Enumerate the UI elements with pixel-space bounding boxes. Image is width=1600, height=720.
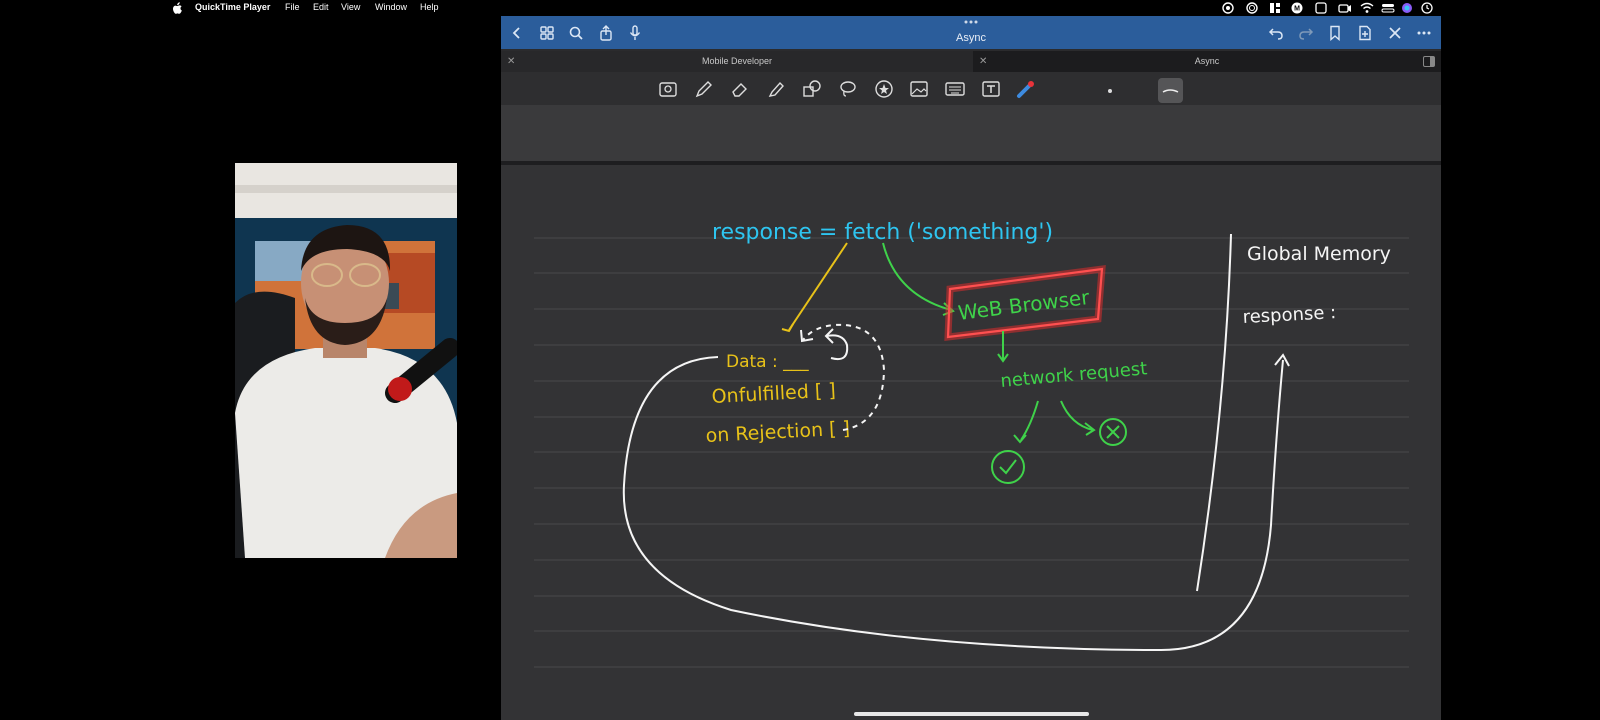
drawing-toolbar [501,72,1441,105]
app-title-bar: Async [501,16,1441,49]
note-line-fetch: response = fetch ('something') [712,220,1053,245]
split-view-icon[interactable] [1423,56,1435,67]
sticker-tool[interactable] [873,78,895,100]
text-icon [982,81,1000,97]
status-clipboard-icon[interactable] [1314,2,1328,14]
notes-app-window: Async ✕ Mobile Developer ✕ Async respons… [501,16,1441,720]
home-indicator[interactable] [854,712,1089,716]
tab-async[interactable]: ✕ Async [973,51,1441,72]
svg-text:M: M [1294,6,1300,13]
laser-pointer-icon [1017,81,1034,98]
eraser-tool[interactable] [729,78,751,100]
star-icon [875,80,893,98]
wifi-icon[interactable] [1360,2,1374,14]
arrow-to-data [788,242,848,331]
menu-app-name[interactable]: QuickTime Player [195,2,270,12]
zoom-window-icon [659,82,677,97]
pen-tool[interactable] [693,78,715,100]
arrow-head [781,323,794,333]
status-clip-icon[interactable] [1221,2,1235,14]
tab-label: Mobile Developer [701,56,773,66]
lasso-tool[interactable] [837,78,859,100]
arrow-head [1013,434,1027,444]
tab-mobile-developer[interactable]: ✕ Mobile Developer [501,51,973,72]
zoom-window-tool[interactable] [657,78,679,100]
laser-pointer-tool[interactable] [1015,78,1037,100]
control-center-icon[interactable] [1381,2,1395,14]
network-request-label: network request [1000,358,1149,392]
presenter-image [235,163,457,558]
arrow-to-browser [882,242,952,311]
arrow-to-success [1020,400,1039,441]
success-circle [991,450,1025,484]
status-cc-icon[interactable] [1245,2,1259,14]
siri-icon[interactable] [1400,2,1414,14]
status-camera-icon[interactable] [1338,2,1352,14]
shapes-icon [803,80,821,97]
keyboard-icon [945,82,965,96]
highlighter-icon [768,81,784,97]
status-layout-icon[interactable] [1268,2,1282,14]
clock-icon[interactable] [1420,2,1434,14]
lasso-icon [840,81,856,97]
tab-bar: ✕ Mobile Developer ✕ Async [501,51,1441,72]
stroke-curve-icon [1162,89,1179,93]
keyboard-tool[interactable] [944,78,966,100]
pen-icon [695,81,712,98]
image-icon [910,81,928,97]
window-more-dots-icon[interactable] [963,19,979,25]
menu-help[interactable]: Help [420,2,439,12]
image-tool[interactable] [908,78,930,100]
memory-divider [1196,233,1232,592]
notebook-canvas[interactable]: response = fetch ('something') WeB Brows… [501,105,1441,720]
document-title[interactable]: Async [501,32,1441,44]
menu-window[interactable]: Window [375,2,407,12]
apple-icon[interactable] [172,2,182,14]
status-m-icon[interactable]: M [1290,2,1304,14]
checkmark-icon [999,459,1017,475]
stroke-style-button[interactable] [1158,78,1183,103]
webcam-video [235,163,457,558]
cross-icon [1106,425,1120,439]
eraser-icon [732,83,747,97]
global-memory-label: Global Memory [1247,243,1391,265]
onfulfilled-label: Onfulfilled [ ] [711,380,836,408]
response-memory-label: response : [1242,302,1337,328]
shape-tool[interactable] [801,78,823,100]
menu-view[interactable]: View [341,2,360,12]
data-label: Data : ___ [726,352,809,372]
highlighter-tool[interactable] [765,78,787,100]
handwritten-ink: response = fetch ('something') WeB Brows… [534,220,1409,668]
text-tool[interactable] [980,78,1002,100]
brush-size-dot[interactable] [1108,89,1112,93]
menu-edit[interactable]: Edit [313,2,329,12]
menu-bar: QuickTime Player File Edit View Window H… [0,0,1600,16]
tab-label: Async [1194,56,1220,66]
onrejection-label: on Rejection [ ] [705,417,850,447]
menu-file[interactable]: File [285,2,300,12]
